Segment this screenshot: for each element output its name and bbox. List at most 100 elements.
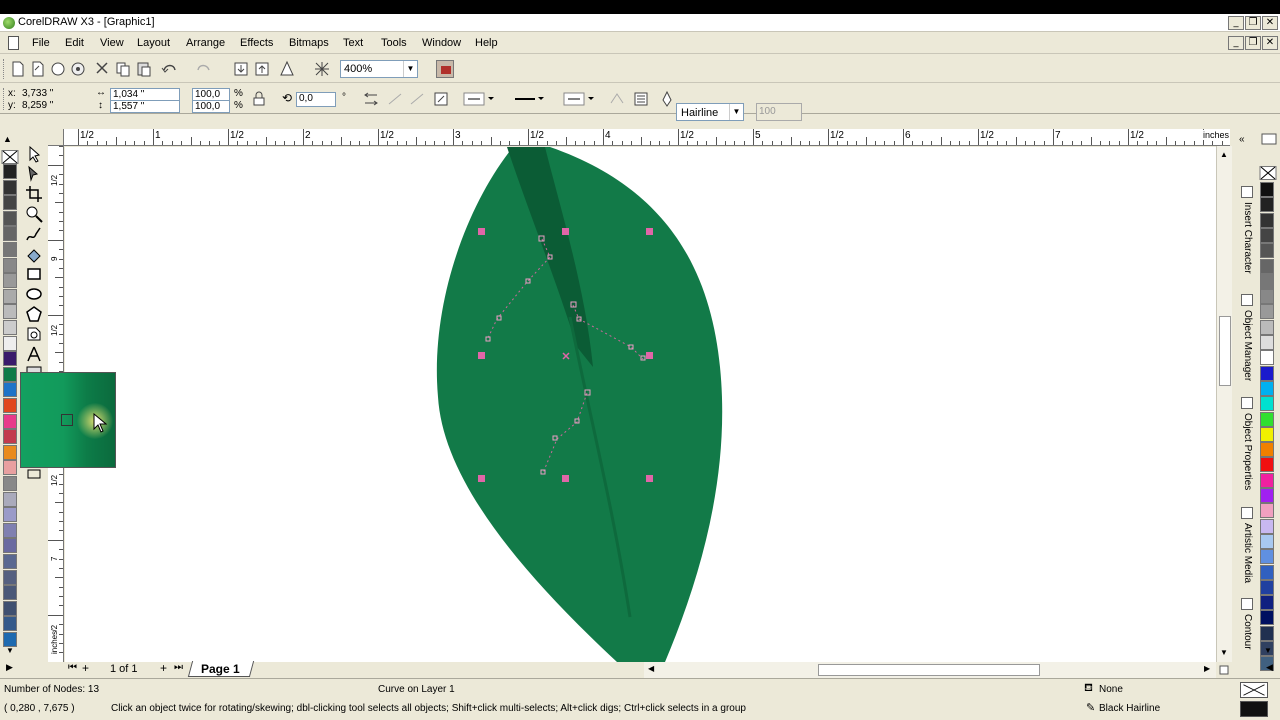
close-icon[interactable]: ✕ <box>1262 16 1278 30</box>
paste-icon[interactable] <box>135 60 153 78</box>
add-page-before-icon[interactable]: + <box>82 661 89 675</box>
menu-layout[interactable]: Layout <box>137 37 170 49</box>
last-page-icon[interactable]: ⏭ <box>174 662 183 673</box>
scroll-right-icon[interactable]: ▶ <box>1204 664 1210 673</box>
export-icon[interactable] <box>253 60 271 78</box>
application-launcher-icon[interactable] <box>278 60 296 78</box>
close-curve-icon[interactable] <box>608 90 626 108</box>
rectangle-tool-icon[interactable] <box>24 264 44 284</box>
color-swatch[interactable] <box>3 335 17 351</box>
menu-effects[interactable]: Effects <box>240 37 273 49</box>
convert-to-curve-icon[interactable] <box>432 90 450 108</box>
outline-swatch[interactable] <box>1240 701 1268 717</box>
color-swatch[interactable] <box>1260 610 1274 626</box>
ellipse-tool-icon[interactable] <box>24 284 44 304</box>
doc-close-icon[interactable]: ✕ <box>1262 36 1278 50</box>
add-page-after-icon[interactable]: + <box>160 661 167 675</box>
drawing-canvas[interactable] <box>65 147 1216 662</box>
color-swatch[interactable] <box>3 413 17 429</box>
cut-icon[interactable] <box>93 60 111 78</box>
horizontal-ruler[interactable]: 1/2 1 1/2 2 1/2 3 1/2 4 1/2 5 1/2 6 1/2 7 1/2 <box>64 129 1230 146</box>
zoom-level-select[interactable]: 400% ▼ <box>340 60 418 78</box>
color-swatch[interactable] <box>3 179 17 195</box>
y-position-field[interactable]: 8,259 " <box>20 100 88 113</box>
color-swatch[interactable] <box>3 507 17 523</box>
color-swatch[interactable] <box>3 476 17 491</box>
color-swatch[interactable] <box>1260 426 1274 442</box>
color-swatch[interactable] <box>1260 396 1274 412</box>
fill-swatch[interactable] <box>1240 682 1268 698</box>
color-swatch[interactable] <box>3 398 17 413</box>
right-no-color-swatch[interactable] <box>1259 166 1277 180</box>
outline-width-select[interactable]: Hairline ▼ <box>676 103 744 121</box>
add-node-icon[interactable] <box>386 90 404 108</box>
color-swatch[interactable] <box>3 351 17 367</box>
docker-tab-artistic-media[interactable]: Artistic Media <box>1235 507 1253 583</box>
minimize-icon[interactable]: _ <box>1228 16 1244 30</box>
docker-tab-object-manager[interactable]: Object Manager <box>1235 294 1253 381</box>
freehand-tool-icon[interactable] <box>24 224 44 244</box>
color-swatch[interactable] <box>1260 503 1274 519</box>
menu-arrange[interactable]: Arrange <box>186 37 225 49</box>
outline-chevron-down-icon[interactable]: ▼ <box>729 104 743 120</box>
color-swatch[interactable] <box>1260 564 1274 580</box>
no-color-swatch[interactable] <box>1 150 19 164</box>
vertical-scroll-thumb[interactable] <box>1219 316 1231 386</box>
docker-tab-insert-character[interactable]: Insert Character <box>1235 186 1253 274</box>
color-swatch[interactable] <box>3 320 17 335</box>
shape-tool-icon[interactable] <box>24 164 44 184</box>
open-icon[interactable] <box>49 60 67 78</box>
color-swatch[interactable] <box>3 288 17 304</box>
delete-node-icon[interactable] <box>408 90 426 108</box>
menu-text[interactable]: Text <box>343 37 363 49</box>
object-height-field[interactable]: 1,557 " <box>110 100 180 113</box>
color-swatch[interactable] <box>1260 258 1274 274</box>
document-icon[interactable] <box>8 36 19 50</box>
color-swatch[interactable] <box>1260 625 1274 641</box>
color-swatch[interactable] <box>1260 289 1274 305</box>
color-swatch[interactable] <box>1260 350 1274 366</box>
color-swatch[interactable] <box>1260 227 1274 243</box>
color-swatch[interactable] <box>1260 365 1274 381</box>
color-swatch[interactable] <box>3 585 17 601</box>
scroll-left-icon[interactable]: ◀ <box>648 664 654 673</box>
copy-icon[interactable] <box>114 60 132 78</box>
color-swatch[interactable] <box>1260 182 1274 197</box>
zoom-tool-icon[interactable] <box>24 204 44 224</box>
menu-bitmaps[interactable]: Bitmaps <box>289 37 329 49</box>
color-swatch[interactable] <box>3 226 17 242</box>
color-swatch[interactable] <box>3 429 17 445</box>
color-swatch[interactable] <box>3 195 17 211</box>
color-swatch[interactable] <box>3 538 17 554</box>
doc-minimize-icon[interactable]: _ <box>1228 36 1244 50</box>
color-swatch[interactable] <box>1260 197 1274 213</box>
selected-color-box[interactable] <box>61 414 73 426</box>
scroll-up-icon[interactable]: ▲ <box>1220 150 1228 159</box>
color-swatch[interactable] <box>1260 549 1274 565</box>
color-swatch[interactable] <box>3 210 17 226</box>
color-swatch[interactable] <box>1260 488 1274 503</box>
palette-expand-icon[interactable]: ▶ <box>6 662 13 673</box>
end-arrowhead-select[interactable] <box>562 90 596 108</box>
menu-help[interactable]: Help <box>475 37 498 49</box>
color-swatch[interactable] <box>1260 335 1274 350</box>
menu-window[interactable]: Window <box>422 37 461 49</box>
menu-tools[interactable]: Tools <box>381 37 407 49</box>
color-swatch[interactable] <box>3 632 17 647</box>
color-swatch[interactable] <box>3 460 17 476</box>
redo-icon[interactable] <box>195 60 213 78</box>
start-arrowhead-select[interactable] <box>462 90 496 108</box>
color-swatch[interactable] <box>1260 380 1274 396</box>
right-palette-grip[interactable] <box>1260 132 1278 146</box>
palette-scroll-up-icon[interactable]: ▲ <box>3 134 12 144</box>
vertical-scrollbar[interactable]: ▲ ▼ <box>1216 146 1232 662</box>
color-swatch[interactable] <box>1260 442 1274 458</box>
polygon-tool-icon[interactable] <box>24 304 44 324</box>
menu-view[interactable]: View <box>100 37 124 49</box>
basic-shapes-tool-icon[interactable] <box>24 324 44 344</box>
first-page-icon[interactable]: ⏮ <box>68 662 77 673</box>
color-swatch[interactable] <box>3 273 17 289</box>
color-swatch[interactable] <box>3 444 17 460</box>
color-swatch[interactable] <box>3 491 17 507</box>
right-palette-scroll-down-icon[interactable]: ▼ <box>1264 646 1272 655</box>
